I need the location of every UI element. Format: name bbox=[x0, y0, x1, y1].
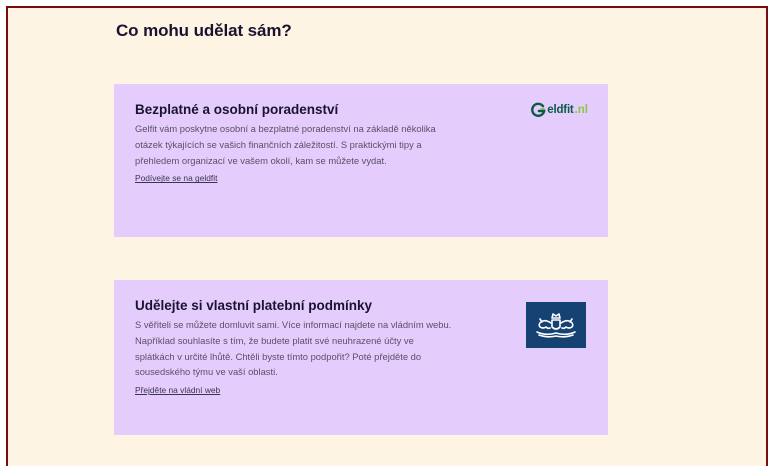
geldfit-link[interactable]: Podívejte se na geldfit bbox=[135, 173, 217, 183]
card-title: Udělejte si vlastní platební podmínky bbox=[135, 298, 373, 313]
logo-wordmark: eldfit bbox=[547, 103, 574, 116]
card-text: Gelfit vám poskytne osobní a bezplatné p… bbox=[135, 123, 436, 166]
section-heading: Co mohu udělat sám? bbox=[116, 21, 292, 40]
card-text: S věřiteli se můžete domluvit sami. Více… bbox=[135, 319, 452, 378]
government-logo[interactable] bbox=[526, 302, 586, 348]
page-frame: Co mohu udělat sám? Bezplatné a osobní p… bbox=[6, 6, 768, 466]
government-web-link[interactable]: Přejděte na vládní web bbox=[135, 385, 220, 395]
geldfit-g-icon bbox=[531, 102, 546, 117]
government-emblem-icon bbox=[536, 313, 576, 338]
card-title: Bezplatné a osobní poradenství bbox=[135, 102, 339, 117]
card-payment-terms: Udělejte si vlastní platební podmínky S … bbox=[114, 280, 608, 435]
geldfit-logo[interactable]: eldfit .nl bbox=[531, 102, 588, 117]
card-advice: Bezplatné a osobní poradenství Gelfit vá… bbox=[114, 84, 608, 237]
logo-domain: .nl bbox=[574, 103, 588, 116]
